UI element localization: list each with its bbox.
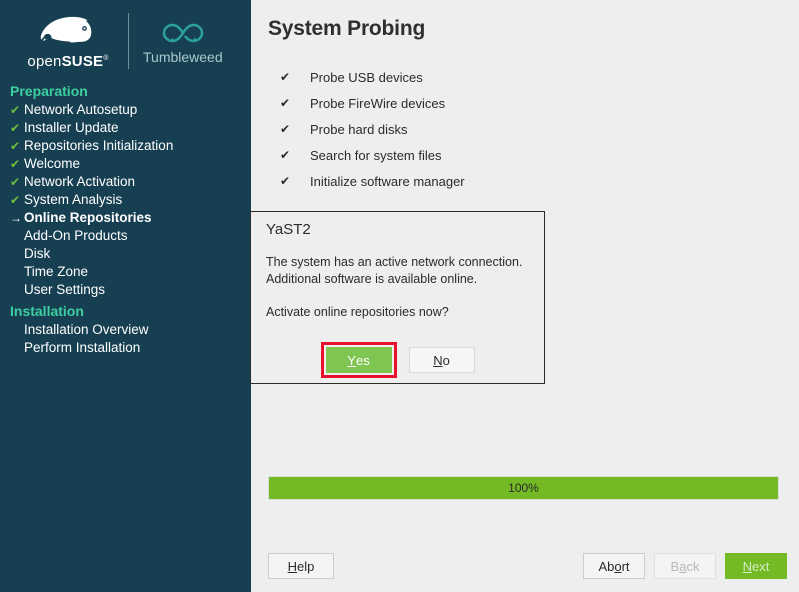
check-icon: ✔ xyxy=(280,96,291,110)
task-row: ✔ Search for system files xyxy=(268,142,748,168)
progress-bar-fill: 100% xyxy=(269,477,778,499)
arrow-right-icon: → xyxy=(10,211,22,225)
nav-section-preparation: Preparation xyxy=(10,83,88,99)
check-icon: ✔ xyxy=(10,193,21,207)
abort-label-rest: rt xyxy=(621,558,630,574)
dialog-body: The system has an active network connect… xyxy=(266,254,534,321)
yast2-dialog: YaST2 The system has an active network c… xyxy=(250,211,545,384)
wordmark-suse: SUSE xyxy=(61,53,104,70)
yes-button-highlight: Yes xyxy=(320,342,397,378)
dialog-question: Activate online repositories now? xyxy=(266,305,449,319)
dialog-message-line1: The system has an active network connect… xyxy=(266,255,523,269)
probing-task-list: ✔ Probe USB devices ✔ Probe FireWire dev… xyxy=(268,64,748,194)
sidebar-item-network-autosetup[interactable]: ✔ Network Autosetup xyxy=(0,101,251,119)
edition-label: Tumbleweed xyxy=(143,49,223,65)
next-mnemonic: N xyxy=(742,558,753,574)
brand-header: openSUSE® Tumbleweed xyxy=(0,0,251,82)
check-icon: ✔ xyxy=(10,157,21,171)
sidebar: openSUSE® Tumbleweed Preparation ✔ Netwo… xyxy=(0,0,251,592)
abort-button[interactable]: Ab o rt xyxy=(583,553,645,579)
dialog-title: YaST2 xyxy=(266,221,311,238)
installer-steps-nav: Preparation ✔ Network Autosetup ✔ Instal… xyxy=(0,82,251,357)
sidebar-item-label: Network Activation xyxy=(24,174,136,189)
sidebar-item-label: Installer Update xyxy=(24,120,119,135)
no-button[interactable]: No xyxy=(408,347,475,373)
check-icon: ✔ xyxy=(10,121,21,135)
back-mnemonic: a xyxy=(679,558,687,574)
help-label-rest: elp xyxy=(297,558,315,574)
footer-button-bar: Help Ab o rt Ba ck Next xyxy=(251,540,799,592)
yes-mnemonic: Y xyxy=(347,352,356,368)
next-label-rest: ext xyxy=(752,558,770,574)
sidebar-item-label: Network Autosetup xyxy=(24,102,138,117)
sidebar-item-network-activation[interactable]: ✔ Network Activation xyxy=(0,173,251,191)
sidebar-item-online-repositories[interactable]: → Online Repositories xyxy=(0,209,251,227)
sidebar-item-installer-update[interactable]: ✔ Installer Update xyxy=(0,119,251,137)
check-icon: ✔ xyxy=(280,174,291,188)
sidebar-item-label: Add-On Products xyxy=(24,228,128,243)
task-row: ✔ Initialize software manager xyxy=(268,168,748,194)
sidebar-item-label: Time Zone xyxy=(24,264,89,279)
installer-window: openSUSE® Tumbleweed Preparation ✔ Netwo… xyxy=(0,0,799,592)
help-mnemonic: H xyxy=(287,558,298,574)
task-row: ✔ Probe FireWire devices xyxy=(268,90,748,116)
infinity-icon xyxy=(162,23,204,43)
back-label-pre: B xyxy=(670,558,680,574)
sidebar-item-label: Online Repositories xyxy=(24,210,152,225)
no-label-rest: o xyxy=(442,352,450,368)
sidebar-item-system-analysis[interactable]: ✔ System Analysis xyxy=(0,191,251,209)
sidebar-item-welcome[interactable]: ✔ Welcome xyxy=(0,155,251,173)
brand-divider xyxy=(128,13,129,69)
sidebar-item-label: Perform Installation xyxy=(24,340,141,355)
check-icon: ✔ xyxy=(10,103,21,117)
edition-block: Tumbleweed xyxy=(143,18,223,64)
nav-section-installation: Installation xyxy=(10,303,84,319)
dialog-message-line2: Additional software is available online. xyxy=(266,272,478,286)
opensuse-chameleon-icon xyxy=(40,16,92,46)
sidebar-item-label: Repositories Initialization xyxy=(24,138,174,153)
sidebar-item-installation-overview[interactable]: Installation Overview xyxy=(0,321,251,339)
abort-mnemonic: o xyxy=(614,558,622,574)
next-button[interactable]: Next xyxy=(725,553,787,579)
back-label-rest: ck xyxy=(686,558,700,574)
sidebar-item-label: Installation Overview xyxy=(24,322,149,337)
no-mnemonic: N xyxy=(433,352,443,368)
check-icon: ✔ xyxy=(10,139,21,153)
wordmark-open: open xyxy=(27,53,62,70)
check-icon: ✔ xyxy=(280,70,291,84)
sidebar-item-label: Disk xyxy=(24,246,51,261)
opensuse-logo: openSUSE® xyxy=(18,13,118,69)
back-button[interactable]: Ba ck xyxy=(654,553,716,579)
help-button[interactable]: Help xyxy=(268,553,334,579)
abort-label-pre: Ab xyxy=(598,558,615,574)
sidebar-item-perform-installation[interactable]: Perform Installation xyxy=(0,339,251,357)
sidebar-item-repositories-initialization[interactable]: ✔ Repositories Initialization xyxy=(0,137,251,155)
sidebar-item-label: User Settings xyxy=(24,282,106,297)
check-icon: ✔ xyxy=(10,175,21,189)
page-title: System Probing xyxy=(268,17,426,40)
sidebar-item-label: Welcome xyxy=(24,156,81,171)
sidebar-item-label: System Analysis xyxy=(24,192,123,207)
progress-label: 100% xyxy=(508,481,539,495)
task-label: Probe hard disks xyxy=(310,121,408,137)
progress-bar: 100% xyxy=(268,476,779,500)
dialog-button-row: Yes No xyxy=(251,342,544,378)
opensuse-wordmark: openSUSE® xyxy=(27,54,108,69)
yes-button[interactable]: Yes xyxy=(325,347,392,373)
task-label: Probe USB devices xyxy=(310,69,423,85)
task-label: Initialize software manager xyxy=(310,173,465,189)
task-row: ✔ Probe USB devices xyxy=(268,64,748,90)
check-icon: ✔ xyxy=(280,122,291,136)
sidebar-item-add-on-products[interactable]: Add-On Products xyxy=(0,227,251,245)
yes-label-rest: es xyxy=(355,352,370,368)
task-label: Search for system files xyxy=(310,147,442,163)
sidebar-item-disk[interactable]: Disk xyxy=(0,245,251,263)
sidebar-item-time-zone[interactable]: Time Zone xyxy=(0,263,251,281)
registered-mark: ® xyxy=(103,55,109,62)
check-icon: ✔ xyxy=(280,148,291,162)
task-label: Probe FireWire devices xyxy=(310,95,446,111)
task-row: ✔ Probe hard disks xyxy=(268,116,748,142)
sidebar-item-user-settings[interactable]: User Settings xyxy=(0,281,251,299)
